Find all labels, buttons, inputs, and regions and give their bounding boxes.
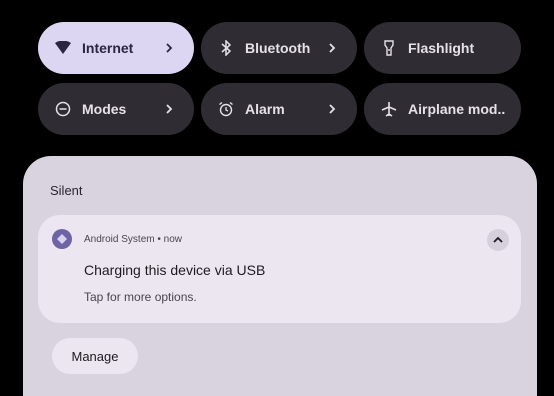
notification-card[interactable]: Android System • now Charging this devic… [38, 215, 521, 323]
tile-airplane-mode[interactable]: Airplane mod.. [364, 83, 521, 135]
chevron-up-icon[interactable] [487, 229, 509, 251]
chevron-right-icon [162, 103, 176, 115]
airplane-icon [380, 100, 398, 118]
chevron-right-icon [162, 42, 176, 54]
chevron-right-icon [325, 42, 339, 54]
notification-text: Tap for more options. [84, 290, 197, 304]
wifi-icon [54, 39, 72, 57]
manage-button[interactable]: Manage [52, 338, 138, 374]
tile-label: Internet [82, 40, 134, 56]
modes-icon [54, 100, 72, 118]
notification-title: Charging this device via USB [84, 262, 266, 278]
tile-internet[interactable]: Internet [38, 22, 194, 74]
tile-label: Modes [82, 101, 127, 117]
chevron-right-icon [325, 103, 339, 115]
notification-meta: Android System • now [84, 234, 182, 245]
alarm-icon [217, 100, 235, 118]
tile-bluetooth[interactable]: Bluetooth [201, 22, 357, 74]
tile-label: Flashlight [408, 40, 475, 56]
flashlight-icon [380, 39, 398, 57]
section-label-silent: Silent [50, 183, 83, 198]
tile-modes[interactable]: Modes [38, 83, 194, 135]
android-system-icon [52, 229, 72, 249]
bluetooth-icon [217, 39, 235, 57]
tile-label: Airplane mod.. [408, 101, 506, 117]
tile-flashlight[interactable]: Flashlight [364, 22, 521, 74]
tile-alarm[interactable]: Alarm [201, 83, 357, 135]
tile-label: Bluetooth [245, 40, 311, 56]
tile-label: Alarm [245, 101, 285, 117]
